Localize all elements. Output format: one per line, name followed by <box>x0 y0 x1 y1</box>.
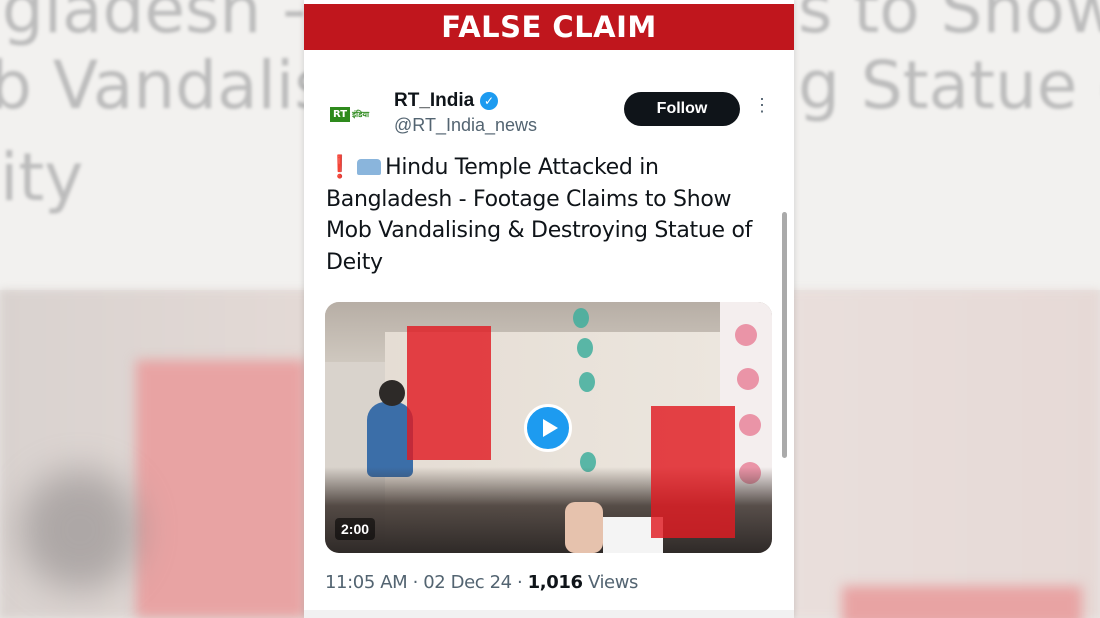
background-redaction-left <box>136 360 306 618</box>
redaction-box-left <box>407 326 491 460</box>
telephone-icon <box>357 159 382 175</box>
tweet-header: RT इंडिया RT_India ✓ @RT_India_news Foll… <box>304 84 794 144</box>
more-options-icon[interactable]: ⋮ <box>753 96 771 114</box>
tweet-text-block: ❗ Hindu Temple Attacked in Bangladesh - F… <box>326 152 771 278</box>
video-person-head <box>379 380 405 406</box>
tweet-date[interactable]: 02 Dec 24 <box>423 572 512 593</box>
display-name[interactable]: RT_India <box>394 90 474 112</box>
card-bottom-edge <box>304 610 794 618</box>
wall-flower-icon <box>739 414 761 436</box>
video-thumbnail[interactable]: 2:00 <box>325 302 772 553</box>
scrollbar[interactable] <box>782 212 787 458</box>
wall-motif-icon <box>573 308 589 328</box>
tweet-card-frame: FALSE CLAIM RT इंडिया RT_India ✓ @RT_Ind… <box>304 0 794 618</box>
verified-badge-icon: ✓ <box>480 92 498 110</box>
rt-logo: RT <box>330 106 351 122</box>
wall-motif-icon <box>579 372 595 392</box>
user-handle[interactable]: @RT_India_news <box>394 115 537 136</box>
background-text-1: ngladesh - <box>0 0 307 48</box>
background-shadow <box>20 470 140 590</box>
exclamation-icon: ❗ <box>326 155 354 180</box>
wall-motif-icon <box>577 338 593 358</box>
background-text-3: ity <box>0 139 84 216</box>
background-text-2: b Vandalis <box>0 47 329 124</box>
rt-logo-sub: इंडिया <box>352 109 370 119</box>
background-redaction-right <box>842 586 1082 618</box>
avatar[interactable]: RT इंडिया <box>330 101 376 127</box>
tweet-text: Hindu Temple Attacked in Bangladesh - Fo… <box>326 155 753 275</box>
wall-flower-icon <box>735 324 757 346</box>
tweet-meta: 11:05 AM · 02 Dec 24 · 1,016 Views <box>325 572 639 593</box>
false-claim-banner: FALSE CLAIM <box>304 4 794 50</box>
video-hand <box>565 502 603 553</box>
tweet-time[interactable]: 11:05 AM <box>325 572 408 593</box>
follow-button[interactable]: Follow <box>624 92 740 126</box>
background-text-4: s to Show <box>798 0 1100 48</box>
redaction-box-right <box>651 406 735 538</box>
play-button-icon[interactable] <box>524 404 572 452</box>
background-text-5: g Statue o <box>798 47 1100 124</box>
views-count: 1,016 <box>527 572 583 593</box>
video-duration: 2:00 <box>335 518 376 540</box>
wall-flower-icon <box>737 368 759 390</box>
views-label: Views <box>587 572 639 593</box>
